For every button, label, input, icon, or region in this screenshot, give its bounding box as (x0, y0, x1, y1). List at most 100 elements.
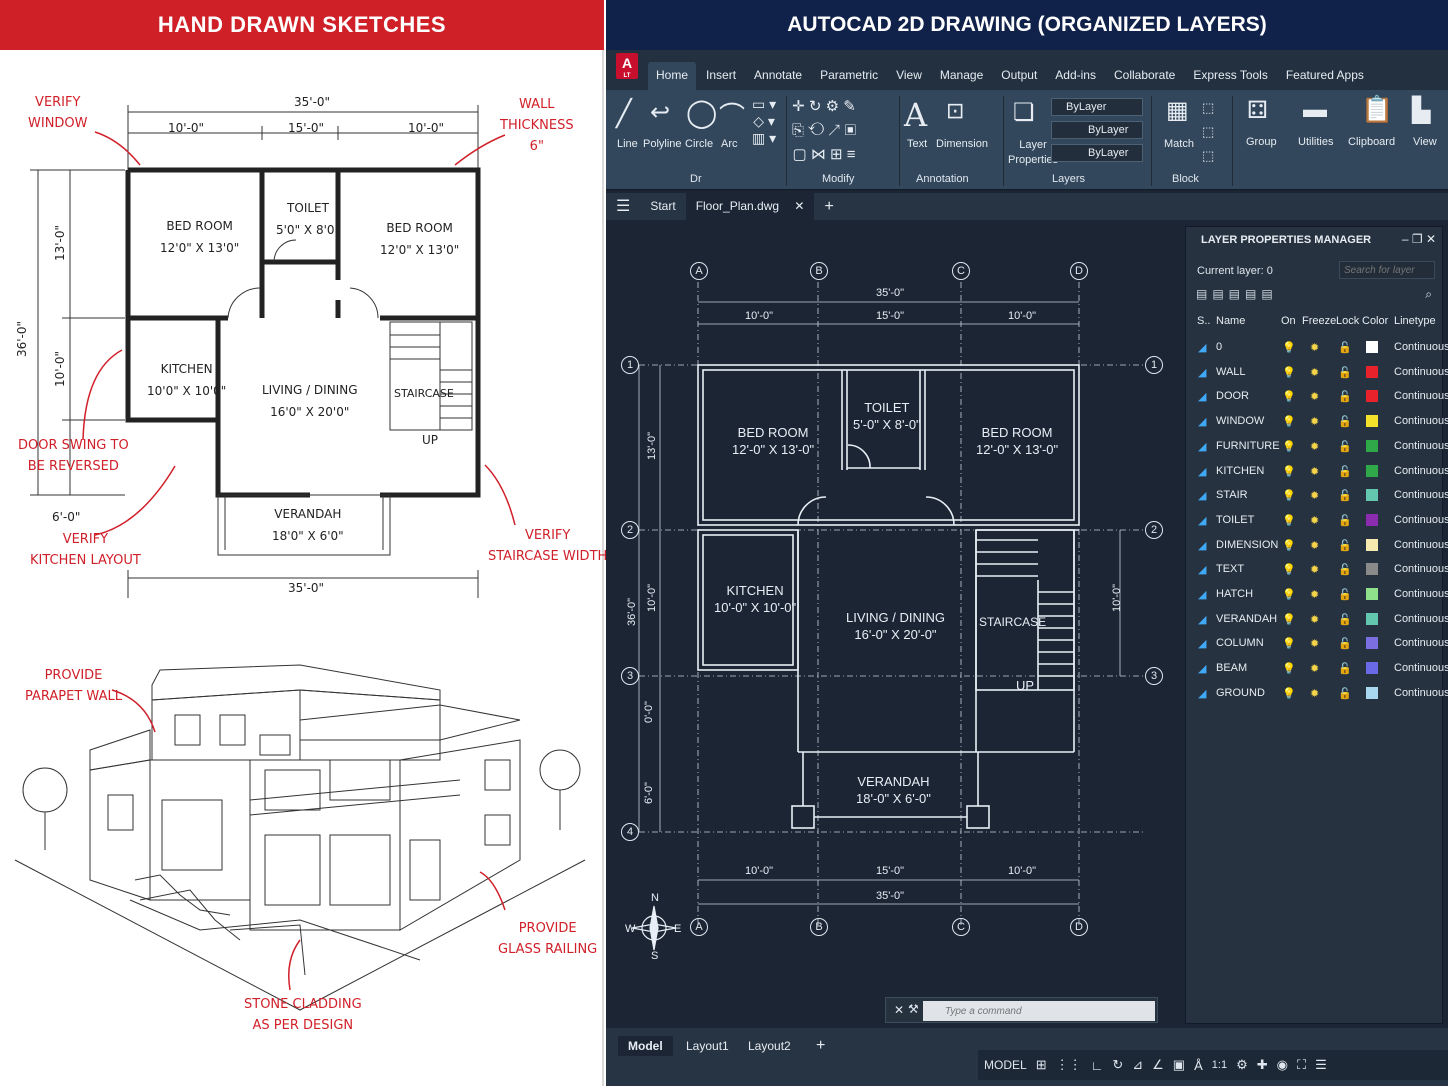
layer-color-swatch[interactable] (1366, 563, 1378, 576)
layer-row[interactable]: ◢ WALL 💡 ✹ 🔓 Continuous (1186, 360, 1448, 384)
bulb-icon[interactable]: 💡 (1282, 588, 1296, 601)
bulb-icon[interactable]: 💡 (1282, 687, 1296, 700)
sun-icon[interactable]: ✹ (1310, 539, 1319, 552)
sun-icon[interactable]: ✹ (1310, 613, 1319, 626)
clipboard-icon[interactable]: 📋 (1361, 94, 1393, 125)
bulb-icon[interactable]: 💡 (1282, 440, 1296, 453)
add-tab-button[interactable]: + (814, 193, 843, 220)
lock-icon[interactable]: 🔓 (1338, 366, 1352, 379)
line-button[interactable]: Line (617, 138, 638, 150)
sun-icon[interactable]: ✹ (1310, 637, 1319, 650)
layer-row[interactable]: ◢ STAIR 💡 ✹ 🔓 Continuous (1186, 483, 1448, 507)
sun-icon[interactable]: ✹ (1310, 366, 1319, 379)
bulb-icon[interactable]: 💡 (1282, 613, 1296, 626)
layer-linetype[interactable]: Continuous (1394, 613, 1448, 625)
tab-express-tools[interactable]: Express Tools (1185, 62, 1275, 90)
bulb-icon[interactable]: 💡 (1282, 539, 1296, 552)
angle-icon[interactable]: ∠ (1152, 1057, 1164, 1073)
layer-color-swatch[interactable] (1366, 686, 1378, 699)
layer-linetype[interactable]: Continuous (1394, 415, 1448, 427)
lpm-search-input[interactable] (1339, 261, 1435, 279)
lock-icon[interactable]: 🔓 (1338, 637, 1352, 650)
plus-icon[interactable]: ✚ (1257, 1057, 1268, 1073)
sun-icon[interactable]: ✹ (1310, 415, 1319, 428)
bulb-icon[interactable]: 💡 (1282, 415, 1296, 428)
ortho-icon[interactable]: ∟ (1091, 1058, 1104, 1073)
text-button[interactable]: Text (907, 138, 927, 150)
layer-row[interactable]: ◢ DOOR 💡 ✹ 🔓 Continuous (1186, 384, 1448, 408)
dimension-icon[interactable]: ⊡ (946, 98, 964, 124)
lock-icon[interactable]: 🔓 (1338, 662, 1352, 675)
layer-color-swatch[interactable] (1366, 538, 1378, 551)
osnap-icon[interactable]: ⊿ (1132, 1057, 1143, 1073)
lock-icon[interactable]: 🔓 (1338, 489, 1352, 502)
panel-draw-label[interactable]: Dr (690, 173, 702, 185)
bulb-icon[interactable]: 💡 (1282, 563, 1296, 576)
layer-linetype[interactable]: Continuous (1394, 390, 1448, 402)
sun-icon[interactable]: ✹ (1310, 465, 1319, 478)
polyline-icon[interactable]: ↩ (650, 98, 670, 127)
layer-color-swatch[interactable] (1366, 390, 1378, 403)
status-model[interactable]: MODEL (984, 1058, 1027, 1072)
layer-linetype[interactable]: Continuous (1394, 588, 1448, 600)
layer-color-swatch[interactable] (1366, 365, 1378, 378)
layer-color-swatch[interactable] (1366, 464, 1378, 477)
lock-icon[interactable]: 🔓 (1338, 514, 1352, 527)
grid-icon[interactable]: ⊞ (1036, 1057, 1047, 1073)
utilities-icon[interactable]: ▬ (1303, 96, 1327, 124)
layer-color-swatch[interactable] (1366, 439, 1378, 452)
tab-floor-plan[interactable]: Floor_Plan.dwg ✕ (685, 193, 815, 220)
arc-icon[interactable]: ⌒ (719, 96, 745, 133)
lock-icon[interactable]: 🔓 (1338, 613, 1352, 626)
panel-annotation-label[interactable]: Annotation (916, 173, 969, 185)
sun-icon[interactable]: ✹ (1310, 563, 1319, 576)
bulb-icon[interactable]: 💡 (1282, 662, 1296, 675)
sun-icon[interactable]: ✹ (1310, 390, 1319, 403)
sun-icon[interactable]: ✹ (1310, 440, 1319, 453)
panel-block-label[interactable]: Block (1172, 173, 1199, 185)
layer-linetype[interactable]: Continuous (1394, 366, 1448, 378)
sun-icon[interactable]: ✹ (1310, 588, 1319, 601)
lock-icon[interactable]: 🔓 (1338, 341, 1352, 354)
sun-icon[interactable]: ✹ (1310, 687, 1319, 700)
text-icon[interactable]: A (904, 96, 927, 134)
isolate-icon[interactable]: ◉ (1277, 1057, 1288, 1073)
group-icon[interactable]: ⚃ (1247, 96, 1268, 125)
rectangle-icon[interactable]: ▭ ▾ ◇ ▾ ▥ ▾ (752, 96, 776, 147)
view-button[interactable]: View (1413, 136, 1437, 148)
group-button[interactable]: Group (1246, 136, 1277, 148)
tab-parametric[interactable]: Parametric (812, 62, 886, 90)
circle-button[interactable]: Circle (685, 138, 713, 150)
layer-color-swatch[interactable] (1366, 489, 1378, 502)
layer-linetype[interactable]: Continuous (1394, 637, 1448, 649)
layer-linetype-dropdown[interactable]: ByLayer (1051, 121, 1143, 139)
dimension-button[interactable]: Dimension (936, 138, 988, 150)
bulb-icon[interactable]: 💡 (1282, 637, 1296, 650)
layer-linetype[interactable]: Continuous (1394, 662, 1448, 674)
wrench-icon[interactable]: ⚒ (908, 1002, 919, 1016)
snap-icon[interactable]: ⋮⋮ (1056, 1057, 1082, 1073)
layer-color-swatch[interactable] (1366, 637, 1378, 650)
layer-row[interactable]: ◢ FURNITURE 💡 ✹ 🔓 Continuous (1186, 434, 1448, 458)
layer-row[interactable]: ◢ KITCHEN 💡 ✹ 🔓 Continuous (1186, 459, 1448, 483)
layer-lineweight-dropdown[interactable]: ByLayer (1051, 144, 1143, 162)
layer-row[interactable]: ◢ DIMENSION 💡 ✹ 🔓 Continuous (1186, 533, 1448, 557)
bulb-icon[interactable]: 💡 (1282, 390, 1296, 403)
bulb-icon[interactable]: 💡 (1282, 489, 1296, 502)
tab-output[interactable]: Output (993, 62, 1045, 90)
annotation-icon[interactable]: Å (1194, 1058, 1203, 1073)
layer-row[interactable]: ◢ COLUMN 💡 ✹ 🔓 Continuous (1186, 631, 1448, 655)
panel-layers-label[interactable]: Layers (1052, 173, 1085, 185)
bulb-icon[interactable]: 💡 (1282, 465, 1296, 478)
bulb-icon[interactable]: 💡 (1282, 341, 1296, 354)
layer-linetype[interactable]: Continuous (1394, 687, 1448, 699)
layer-row[interactable]: ◢ GROUND 💡 ✹ 🔓 Continuous (1186, 681, 1448, 705)
line-icon[interactable]: ╱ (616, 98, 632, 129)
lock-icon[interactable]: 🔓 (1338, 440, 1352, 453)
arc-button[interactable]: Arc (721, 138, 738, 150)
layer-linetype[interactable]: Continuous (1394, 341, 1448, 353)
layer-color-swatch[interactable] (1366, 612, 1378, 625)
layer-color-dropdown[interactable]: ByLayer (1051, 98, 1143, 116)
match-icon[interactable]: ▦ (1166, 96, 1189, 125)
layer-row[interactable]: ◢ VERANDAH 💡 ✹ 🔓 Continuous (1186, 607, 1448, 631)
